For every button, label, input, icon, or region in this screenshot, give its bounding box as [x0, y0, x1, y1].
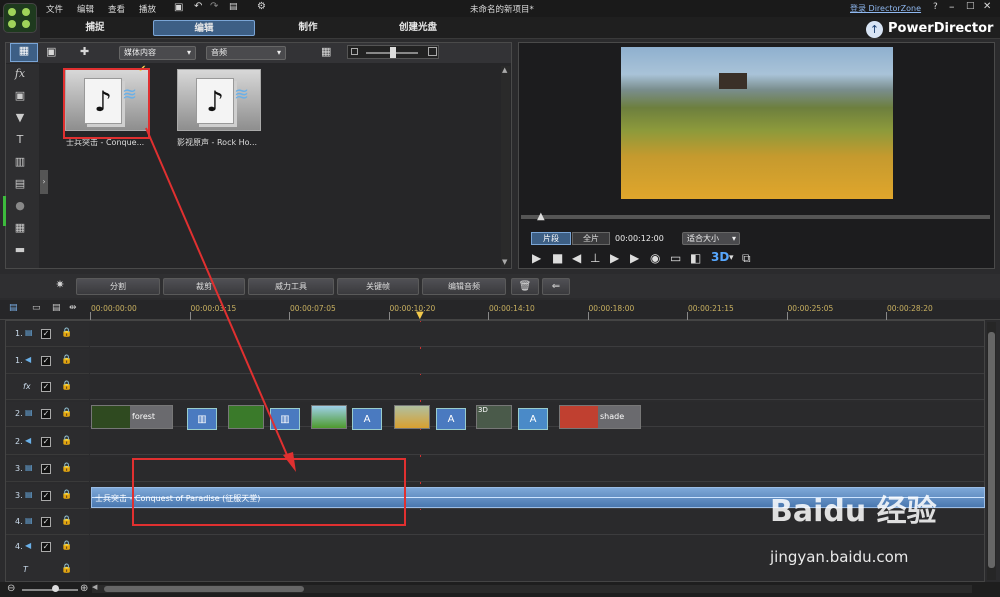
drag-arrow-annotation — [145, 127, 296, 472]
